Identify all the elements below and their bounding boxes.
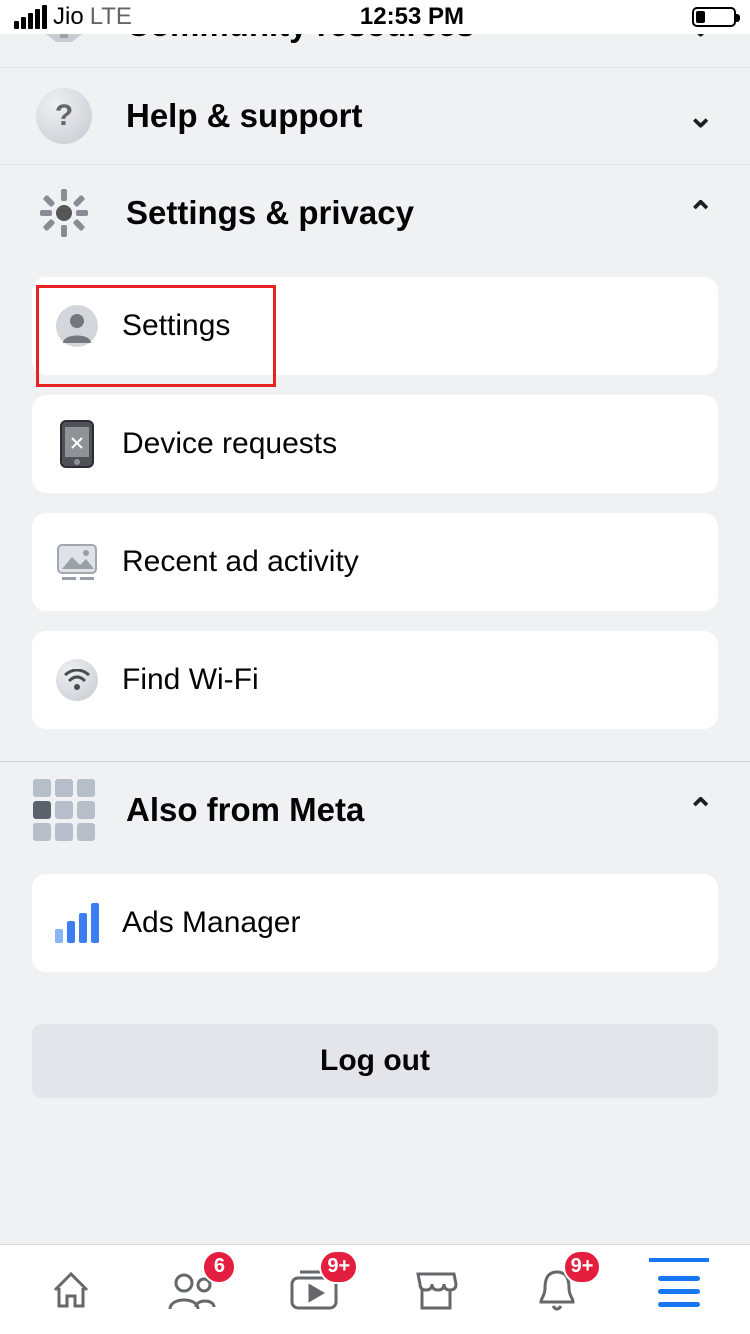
nav-menu[interactable] <box>649 1258 709 1318</box>
signal-icon <box>14 5 47 29</box>
menu-item-label: Settings <box>122 309 230 343</box>
bottom-nav: 6 9+ 9+ <box>0 1244 750 1334</box>
person-icon <box>56 305 98 347</box>
menu-item-label: Find Wi-Fi <box>122 663 259 697</box>
menu-item-label: Ads Manager <box>122 906 300 940</box>
nav-home[interactable] <box>41 1260 101 1320</box>
grid-icon <box>36 782 92 838</box>
question-icon: ? <box>36 88 92 144</box>
image-icon <box>56 541 98 583</box>
menu-item-recent-ad-activity[interactable]: Recent ad activity <box>32 513 718 611</box>
logout-label: Log out <box>320 1044 430 1078</box>
section-title: Also from Meta <box>126 791 653 829</box>
wifi-icon <box>56 659 98 701</box>
hamburger-icon <box>658 1276 700 1307</box>
network-label: LTE <box>90 3 132 31</box>
status-time: 12:53 PM <box>360 3 464 31</box>
section-title: Community resources <box>126 34 653 44</box>
handshake-icon <box>36 34 92 62</box>
logout-button[interactable]: Log out <box>32 1024 718 1098</box>
bars-icon <box>56 902 98 944</box>
menu-item-label: Recent ad activity <box>122 545 359 579</box>
carrier-label: Jio <box>53 3 84 31</box>
status-left: Jio LTE <box>14 3 132 31</box>
menu-item-label: Device requests <box>122 427 337 461</box>
menu-item-find-wifi[interactable]: Find Wi-Fi <box>32 631 718 729</box>
nav-marketplace[interactable] <box>406 1260 466 1320</box>
chevron-up-icon: ⌃ <box>687 194 714 232</box>
chevron-down-icon: ⌄ <box>687 34 714 44</box>
nav-friends[interactable]: 6 <box>162 1260 222 1320</box>
nav-notifications[interactable]: 9+ <box>527 1260 587 1320</box>
battery-icon <box>692 7 736 27</box>
chevron-up-icon: ⌃ <box>687 791 714 829</box>
section-title: Help & support <box>126 97 653 135</box>
section-settings-privacy[interactable]: Settings & privacy ⌃ <box>0 165 750 261</box>
watch-badge: 9+ <box>319 1250 358 1284</box>
nav-watch[interactable]: 9+ <box>284 1260 344 1320</box>
menu-item-settings[interactable]: Settings <box>32 277 718 375</box>
gear-icon <box>36 185 92 241</box>
menu-item-device-requests[interactable]: Device requests <box>32 395 718 493</box>
section-also-from-meta[interactable]: Also from Meta ⌃ <box>0 762 750 858</box>
section-community-resources[interactable]: Community resources ⌄ <box>0 34 750 68</box>
section-help-support[interactable]: ? Help & support ⌄ <box>0 68 750 165</box>
section-title: Settings & privacy <box>126 194 653 232</box>
status-right <box>692 7 736 27</box>
friends-badge: 6 <box>202 1250 236 1284</box>
menu-item-ads-manager[interactable]: Ads Manager <box>32 874 718 972</box>
phone-icon <box>56 423 98 465</box>
chevron-down-icon: ⌄ <box>687 97 714 135</box>
notifications-badge: 9+ <box>563 1250 602 1284</box>
status-bar: Jio LTE 12:53 PM <box>0 0 750 34</box>
also-from-meta-items: Ads Manager <box>0 858 750 996</box>
settings-privacy-items: Settings Device requests Recent ad activ… <box>0 261 750 753</box>
